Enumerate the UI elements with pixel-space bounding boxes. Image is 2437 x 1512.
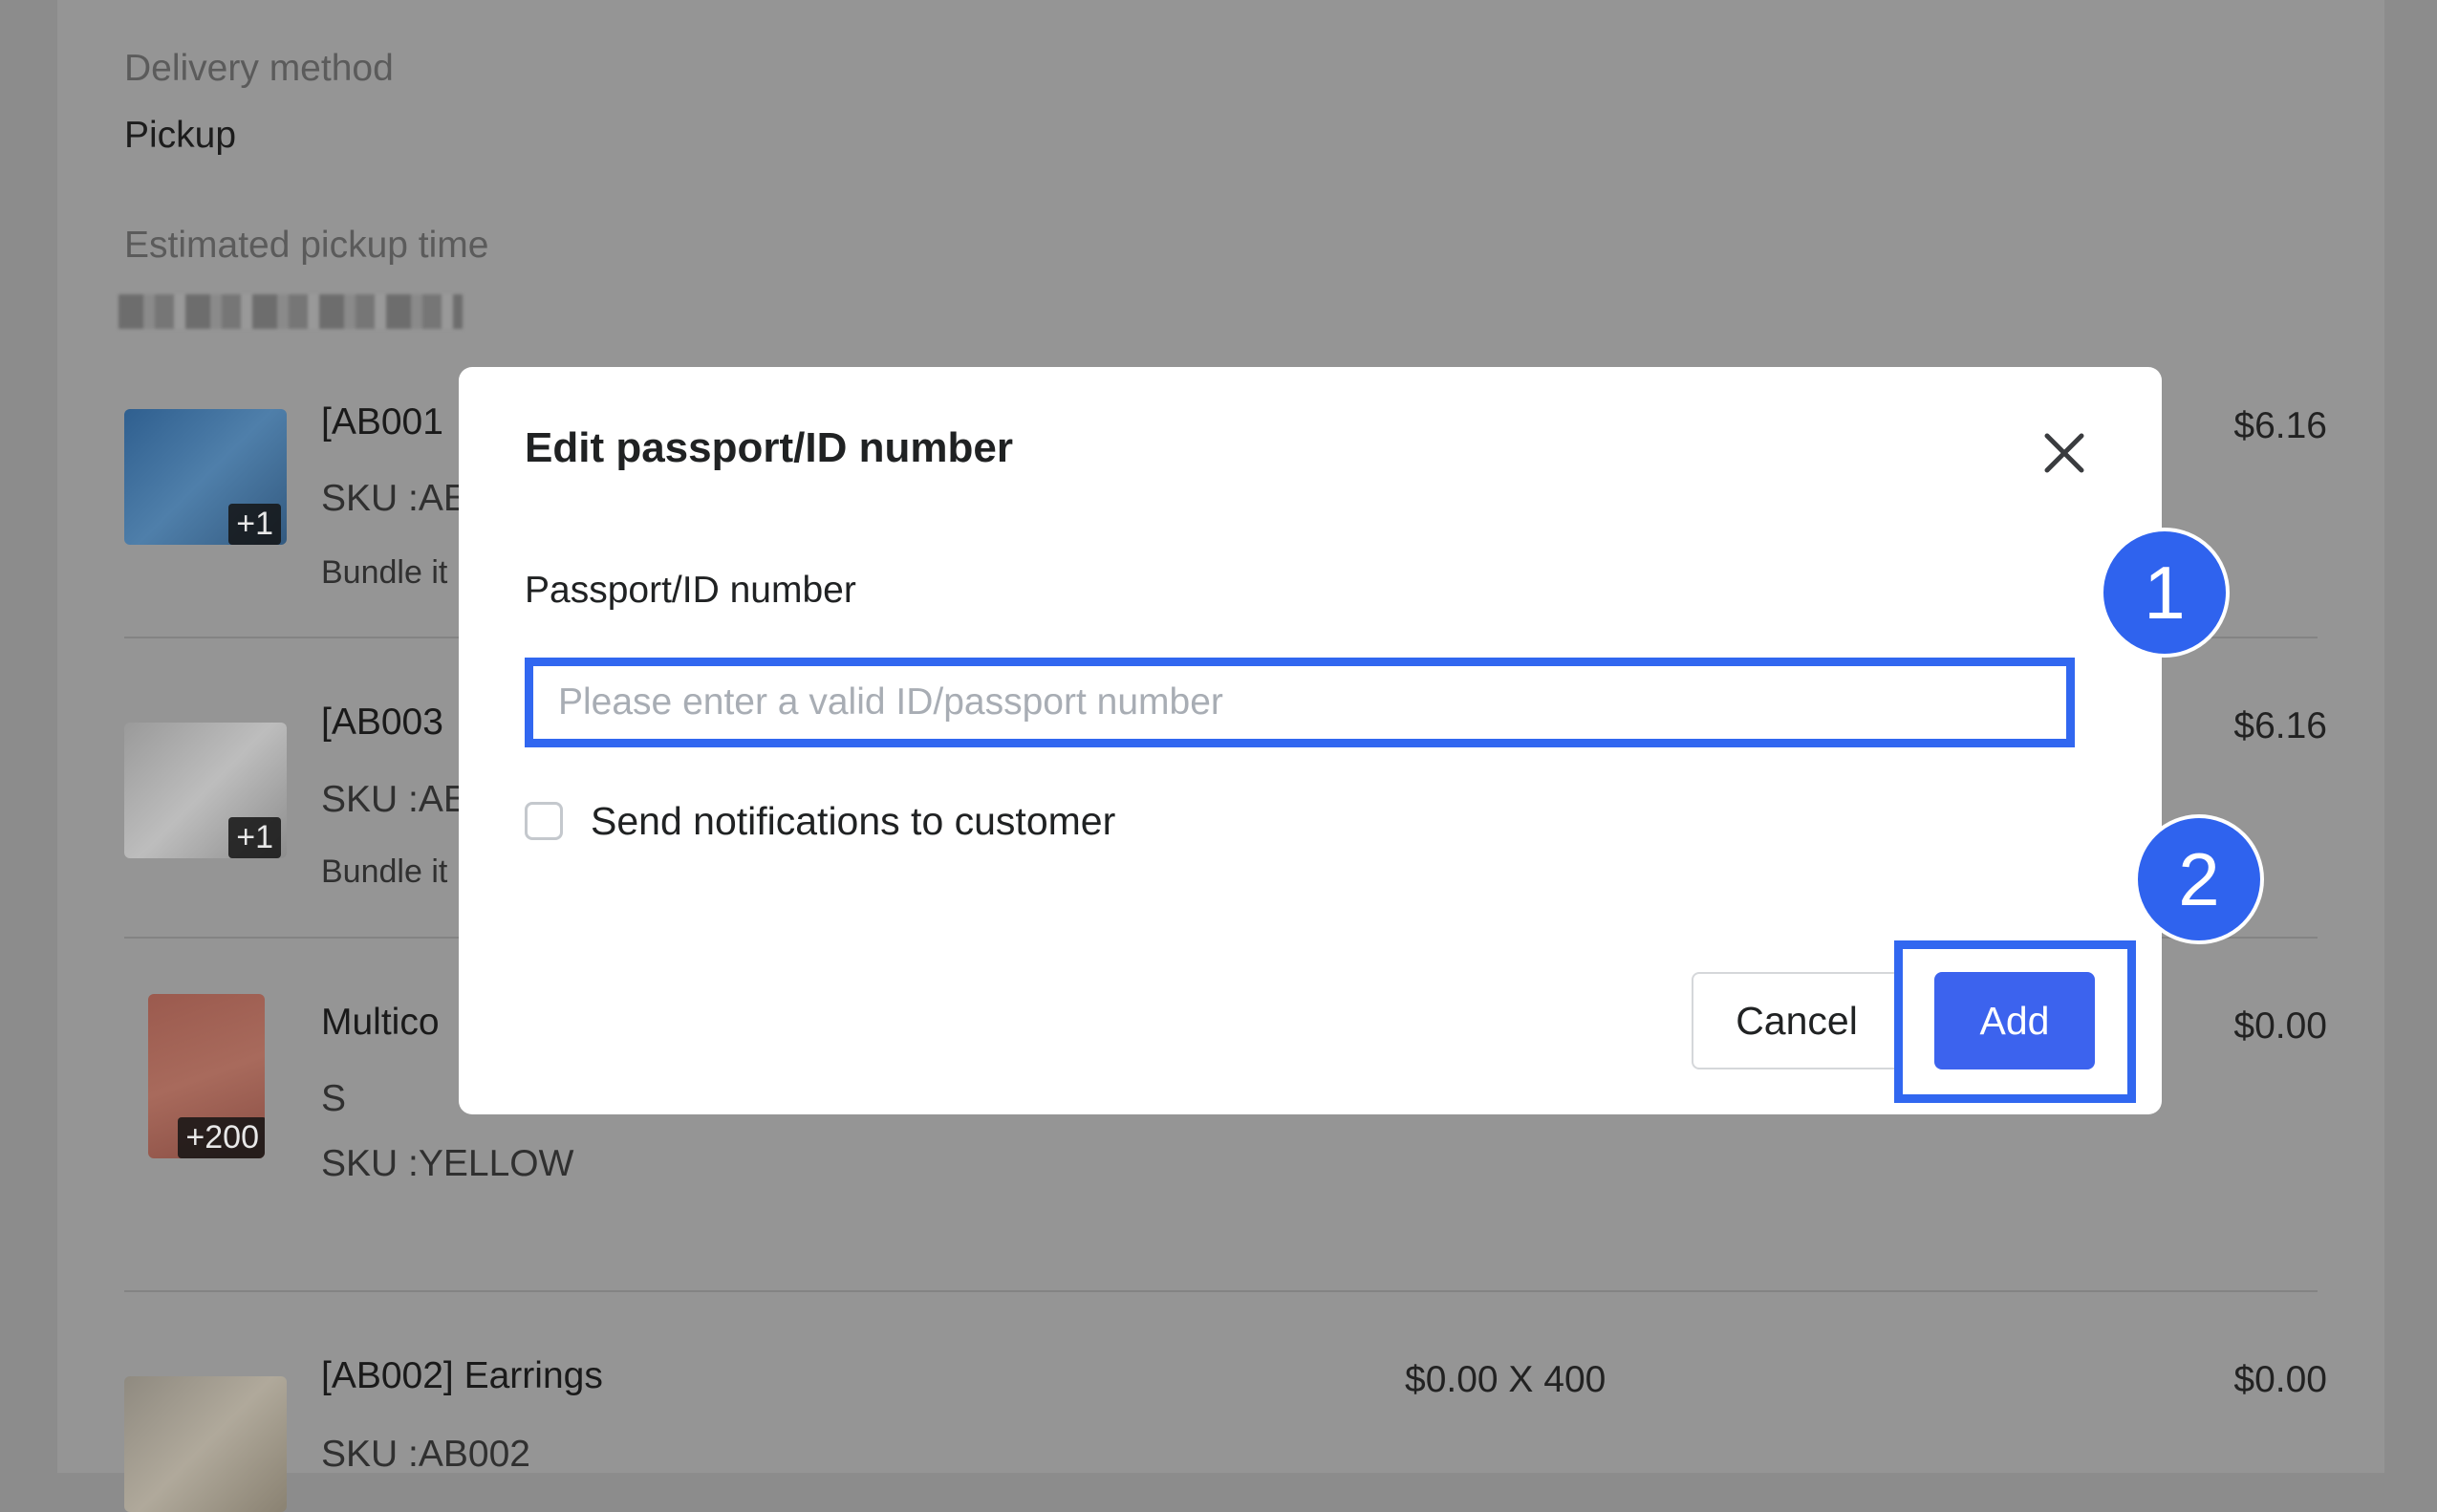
item-sku: SKU :AE [321,478,468,519]
item-title[interactable]: [AB003 [321,702,443,744]
product-thumbnail[interactable]: +200 [148,994,265,1158]
cancel-button[interactable]: Cancel [1692,972,1902,1069]
item-sku: SKU :AB002 [321,1434,530,1475]
close-icon [2044,433,2084,473]
passport-id-input[interactable] [533,666,2066,739]
item-title[interactable]: [AB001 [321,401,443,443]
item-title[interactable]: [AB002] Earrings [321,1355,603,1397]
step-2-marker: 2 [2134,814,2264,944]
send-notifications-checkbox[interactable] [525,802,563,840]
item-bundle-label: Bundle it [321,554,448,591]
passport-field-label: Passport/ID number [525,570,856,611]
close-button[interactable] [2036,424,2093,482]
thumbnail-count-badge: +1 [228,817,281,858]
divider [124,1290,2318,1292]
thumbnail-count-badge: +200 [178,1117,265,1158]
send-notifications-label[interactable]: Send notifications to customer [591,799,1115,844]
product-thumbnail[interactable] [124,1376,287,1512]
dialog-title: Edit passport/ID number [525,424,1013,471]
delivery-method-label: Delivery method [124,48,394,89]
delivery-method-value: Pickup [124,115,237,156]
item-unit-price-quantity: $0.00 X 400 [1405,1359,1607,1400]
step-1-marker: 1 [2100,528,2230,658]
thumbnail-count-badge: +1 [228,504,281,545]
item-sku: SKU :AE [321,779,468,820]
item-price: $6.16 [2233,705,2327,746]
item-variant: S [321,1078,347,1119]
item-price: $0.00 [2233,1005,2327,1047]
item-bundle-label: Bundle it [321,853,448,890]
item-sku: SKU :YELLOW [321,1143,574,1184]
add-button[interactable]: Add [1934,972,2095,1069]
passport-input-highlight [525,658,2075,747]
edit-passport-dialog: Edit passport/ID number Passport/ID numb… [459,367,2162,1114]
pickup-time-label: Estimated pickup time [124,225,489,266]
product-thumbnail[interactable]: +1 [124,409,287,545]
pickup-time-blurred-value [119,294,463,329]
item-title[interactable]: Multico [321,1002,440,1044]
item-price: $0.00 [2233,1359,2327,1400]
product-thumbnail[interactable]: +1 [124,723,287,858]
item-price: $6.16 [2233,405,2327,446]
